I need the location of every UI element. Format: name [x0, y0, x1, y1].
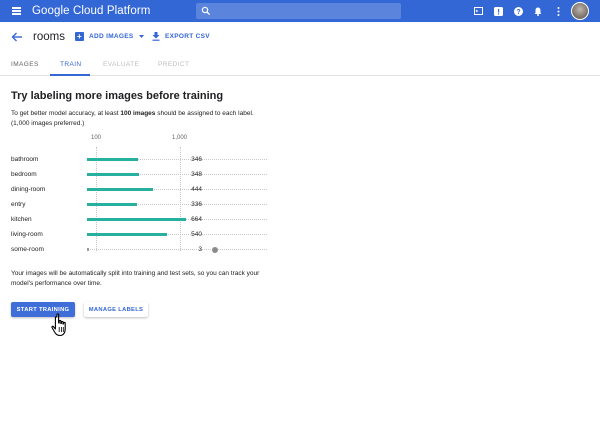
download-icon	[152, 32, 160, 41]
label-count: 3	[198, 246, 202, 253]
user-avatar[interactable]	[571, 2, 589, 20]
add-box-icon: +	[75, 32, 84, 41]
export-csv-label: EXPORT CSV	[165, 33, 210, 40]
console-icon[interactable]	[468, 4, 488, 18]
dropdown-arrow-icon	[138, 35, 144, 38]
label-row: some-room 3	[0, 246, 600, 261]
search-input[interactable]	[196, 3, 401, 19]
header-actions: ?	[468, 4, 568, 18]
tab-images[interactable]: IMAGES	[11, 61, 39, 68]
warning-icon	[212, 247, 218, 253]
desc-text-bold: 100 images	[120, 110, 156, 117]
manage-labels-button[interactable]: MANAGE LABELS	[84, 302, 148, 317]
more-vert-icon[interactable]	[548, 4, 568, 18]
help-icon[interactable]: ?	[508, 4, 528, 18]
split-note: Your images will be automatically split …	[11, 270, 260, 287]
add-images-button[interactable]: + ADD IMAGES	[75, 32, 144, 41]
label-name: bedroom	[11, 171, 37, 178]
label-name: entry	[11, 201, 26, 208]
label-count-bar	[87, 248, 89, 251]
label-count: 346	[191, 156, 202, 163]
label-name: dining-room	[11, 186, 46, 193]
export-csv-button[interactable]: EXPORT CSV	[152, 32, 210, 41]
label-count: 540	[191, 231, 202, 238]
requirement-description: To get better model accuracy, at least 1…	[11, 109, 261, 129]
add-images-label: ADD IMAGES	[89, 33, 134, 40]
label-count-bar	[87, 188, 153, 191]
hand-pointer-cursor-icon	[51, 313, 66, 337]
page-title: rooms	[33, 31, 65, 43]
label-count: 348	[191, 171, 202, 178]
label-count-bar	[87, 233, 167, 236]
toolbar: rooms + ADD IMAGES EXPORT CSV	[0, 22, 600, 54]
label-name: bathroom	[11, 156, 39, 163]
label-count: 664	[191, 216, 202, 223]
svg-text:?: ?	[516, 9, 520, 16]
label-count-bar	[87, 203, 137, 206]
back-arrow-icon[interactable]	[11, 31, 23, 43]
label-count: 444	[191, 186, 202, 193]
label-count: 336	[191, 201, 202, 208]
notification-icon[interactable]	[488, 4, 508, 18]
desc-text-pre: To get better model accuracy, at least	[11, 110, 121, 117]
search-icon	[201, 6, 211, 16]
label-row: bathroom 346	[0, 156, 600, 171]
active-tab-indicator	[50, 74, 90, 76]
tab-train[interactable]: TRAIN	[60, 61, 82, 68]
label-row: entry 336	[0, 201, 600, 216]
top-app-bar: Google Cloud Platform ?	[0, 0, 600, 22]
tab-bar: IMAGES TRAIN EVALUATE PREDICT	[0, 54, 600, 76]
label-name: living-room	[11, 231, 43, 238]
tab-predict: PREDICT	[158, 61, 190, 68]
label-name: some-room	[11, 246, 44, 253]
label-row: kitchen 664	[0, 216, 600, 231]
menu-icon[interactable]	[12, 7, 21, 15]
label-name: kitchen	[11, 216, 32, 223]
scale-label-1000: 1,000	[172, 135, 188, 141]
brand-title[interactable]: Google Cloud Platform	[32, 5, 150, 17]
tab-evaluate: EVALUATE	[103, 61, 140, 68]
label-row: living-room 540	[0, 231, 600, 246]
label-count-bar	[87, 173, 139, 176]
label-row: dining-room 444	[0, 186, 600, 201]
label-row: bedroom 348	[0, 171, 600, 186]
section-heading: Try labeling more images before training	[11, 90, 224, 102]
label-count-bar	[87, 158, 138, 161]
alert-icon[interactable]	[528, 4, 548, 18]
scale-label-100: 100	[91, 135, 102, 141]
